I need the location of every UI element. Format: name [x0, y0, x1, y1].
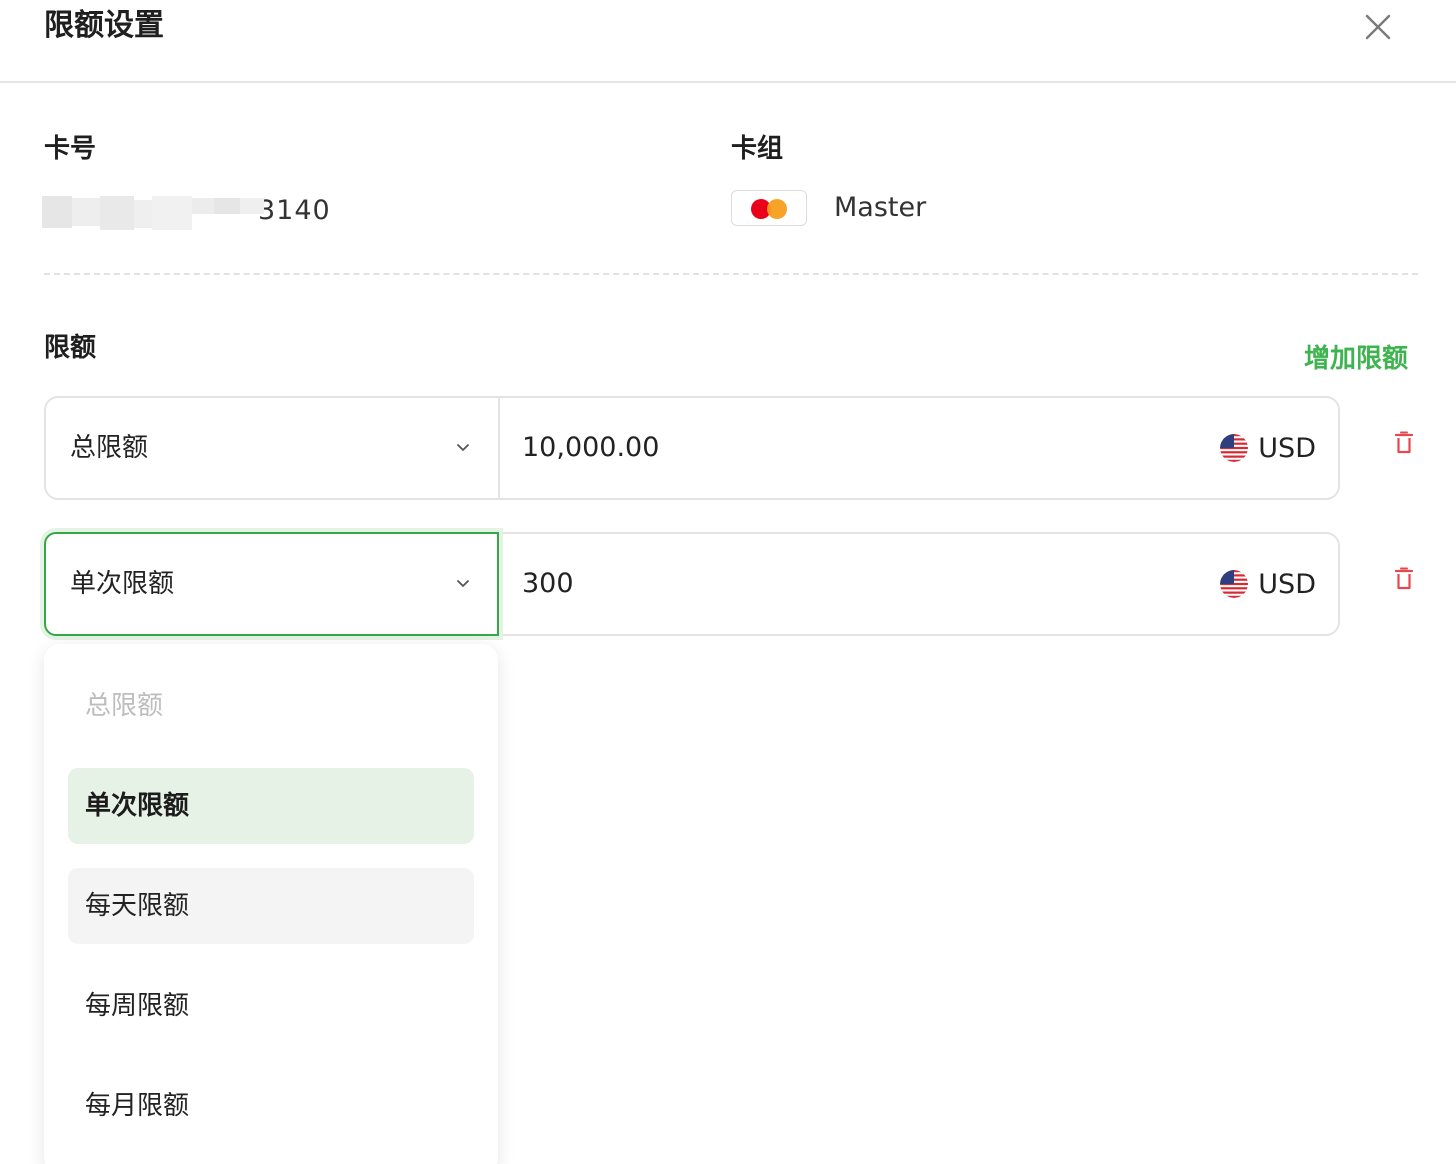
limit-row: 总限额 10,000.00 USD [44, 396, 1340, 500]
card-group-label: 卡组 [731, 134, 784, 164]
limit-amount-input[interactable]: 10,000.00 [522, 430, 659, 466]
limit-type-value: 单次限额 [70, 569, 175, 599]
limit-type-select[interactable]: 总限额 [46, 398, 500, 498]
trash-icon[interactable] [1394, 431, 1414, 455]
chevron-down-icon [457, 580, 469, 587]
currency-code: USD [1258, 568, 1316, 600]
card-number-label: 卡号 [44, 134, 97, 164]
us-flag-icon [1220, 434, 1249, 462]
dropdown-option-total: 总限额 [85, 691, 164, 721]
chevron-down-icon [457, 444, 469, 451]
card-number-suffix: 3140 [258, 194, 331, 226]
card-number-mask [42, 192, 264, 230]
currency-selector[interactable]: USD [1220, 566, 1316, 602]
dropdown-option-weekly[interactable]: 每周限额 [68, 968, 474, 1044]
limit-amount-input[interactable]: 300 [522, 566, 574, 602]
section-divider [44, 273, 1418, 275]
card-number: 3140 [42, 190, 331, 230]
limit-type-select[interactable]: 单次限额 [44, 532, 499, 636]
limit-type-value: 总限额 [70, 433, 149, 463]
mastercard-logo [731, 190, 807, 226]
limits-label: 限额 [44, 333, 97, 363]
dialog-header: 限额设置 [0, 0, 1456, 83]
card-brand-name: Master [834, 192, 927, 223]
trash-icon[interactable] [1394, 567, 1414, 591]
dropdown-option-monthly[interactable]: 每月限额 [68, 1068, 474, 1144]
add-limit-button[interactable]: 增加限额 [1304, 342, 1408, 376]
limit-type-dropdown: 总限额 单次限额 每天限额 每周限额 每月限额 [44, 644, 498, 1164]
dropdown-option-daily[interactable]: 每天限额 [68, 868, 474, 944]
dropdown-option-per-transaction[interactable]: 单次限额 [68, 768, 474, 844]
currency-code: USD [1258, 432, 1316, 464]
us-flag-icon [1220, 570, 1249, 598]
dialog-title: 限额设置 [44, 8, 164, 43]
currency-selector[interactable]: USD [1220, 430, 1316, 466]
close-icon[interactable] [1361, 10, 1395, 44]
